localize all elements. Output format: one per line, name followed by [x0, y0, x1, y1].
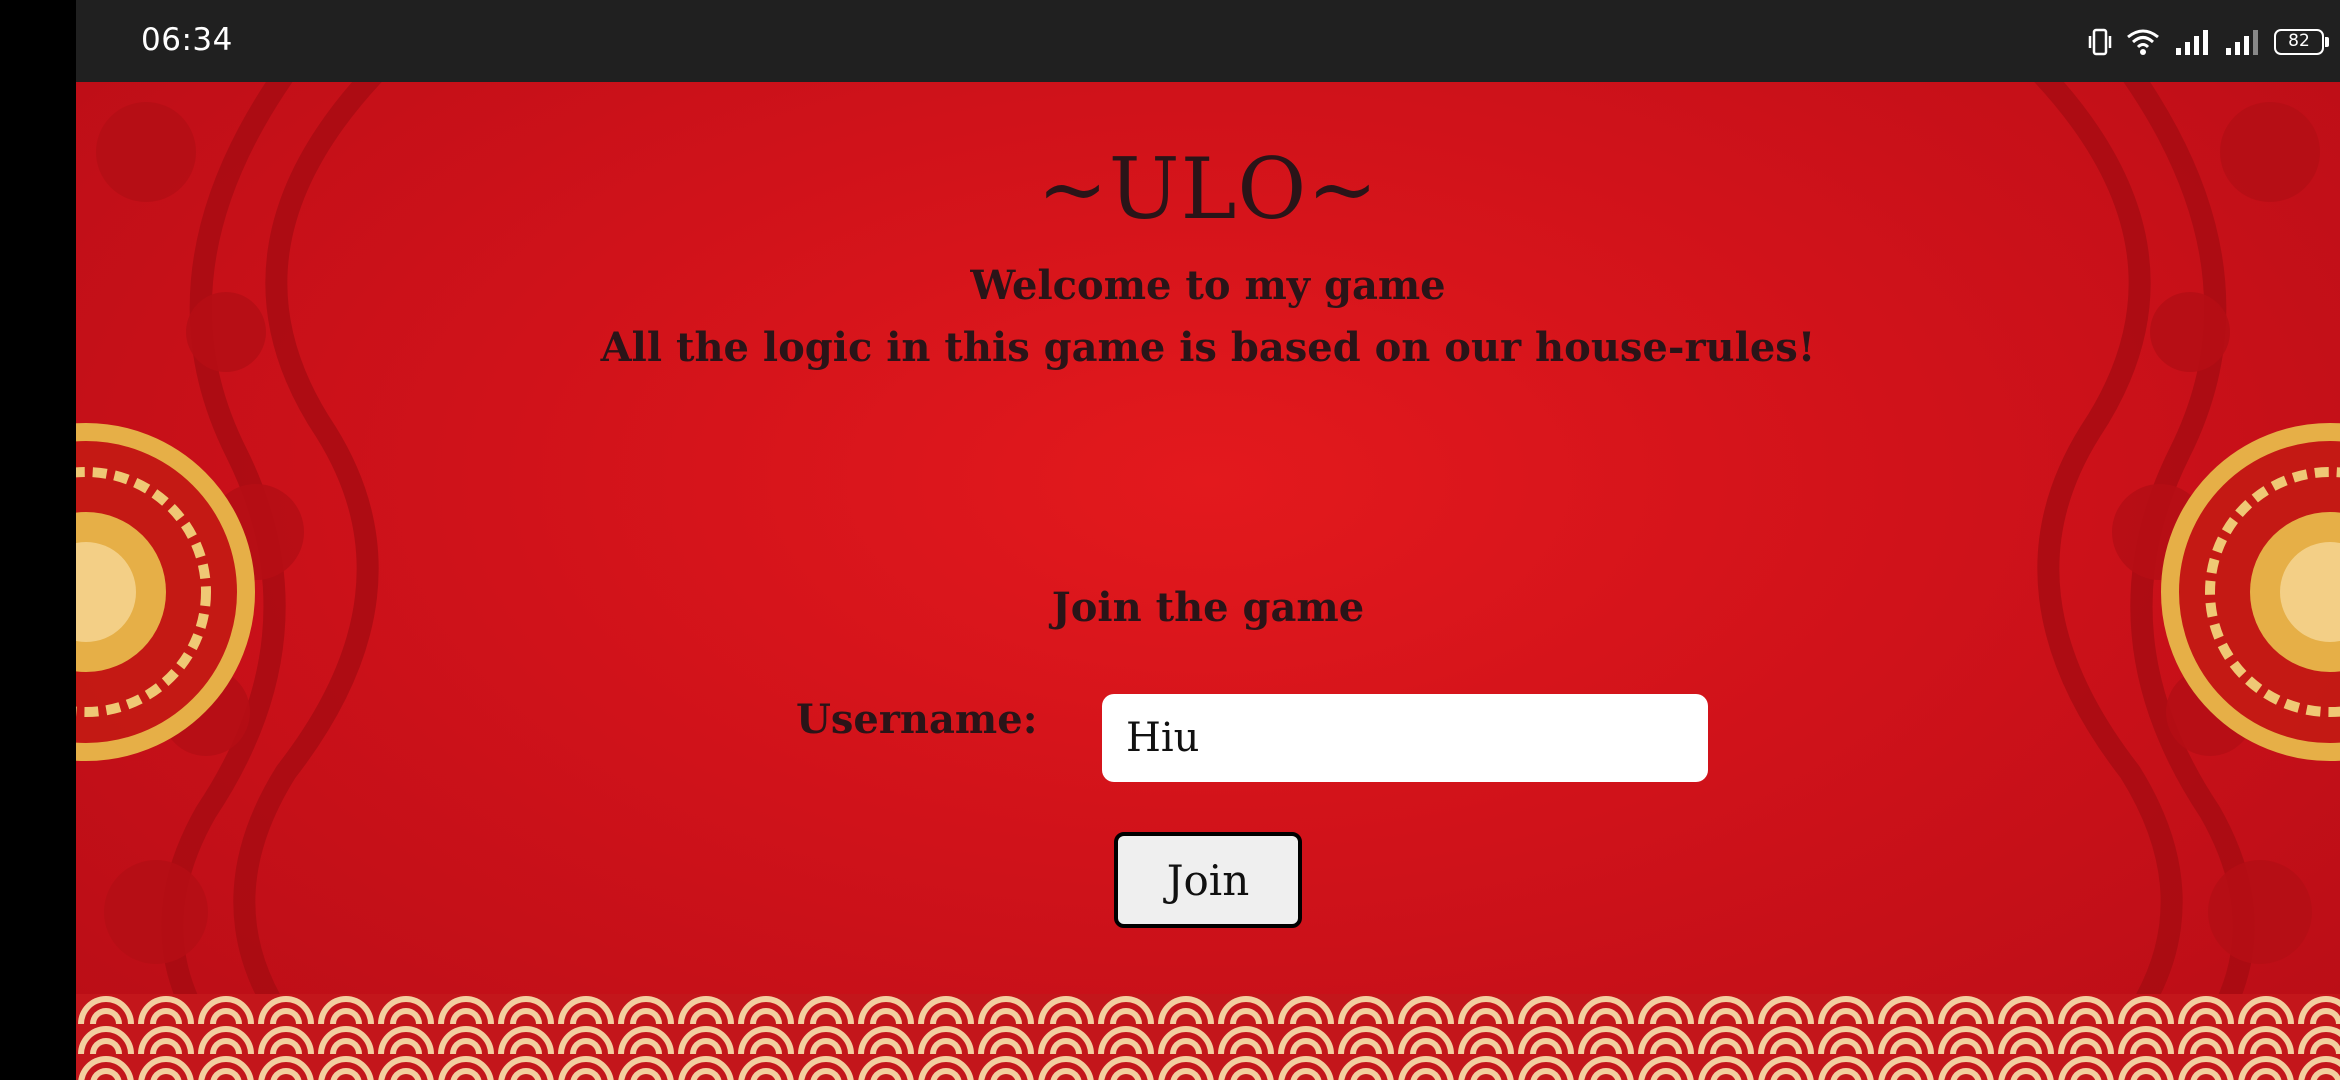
left-bezel [0, 0, 76, 1080]
status-bar: 06:34 82 [76, 0, 2340, 82]
rules-note: All the logic in this game is based on o… [600, 324, 1816, 371]
wave-pattern [76, 994, 2340, 1080]
wifi-icon [2126, 28, 2160, 56]
game-title: ~ULO~ [1037, 140, 1379, 238]
status-icons: 82 [2088, 22, 2329, 62]
username-label: Username: [796, 696, 1038, 743]
join-heading: Join the game [1051, 584, 1365, 631]
username-input[interactable] [1102, 694, 1708, 782]
join-button[interactable]: Join [1114, 832, 1302, 928]
signal-icon-2 [2224, 28, 2260, 56]
signal-icon [2174, 28, 2210, 56]
status-time: 06:34 [141, 22, 233, 58]
vibrate-icon [2088, 27, 2112, 57]
battery-icon: 82 [2274, 29, 2329, 55]
game-screen: ~ULO~ Welcome to my game All the logic i… [76, 82, 2340, 1080]
welcome-text: Welcome to my game [970, 262, 1446, 309]
